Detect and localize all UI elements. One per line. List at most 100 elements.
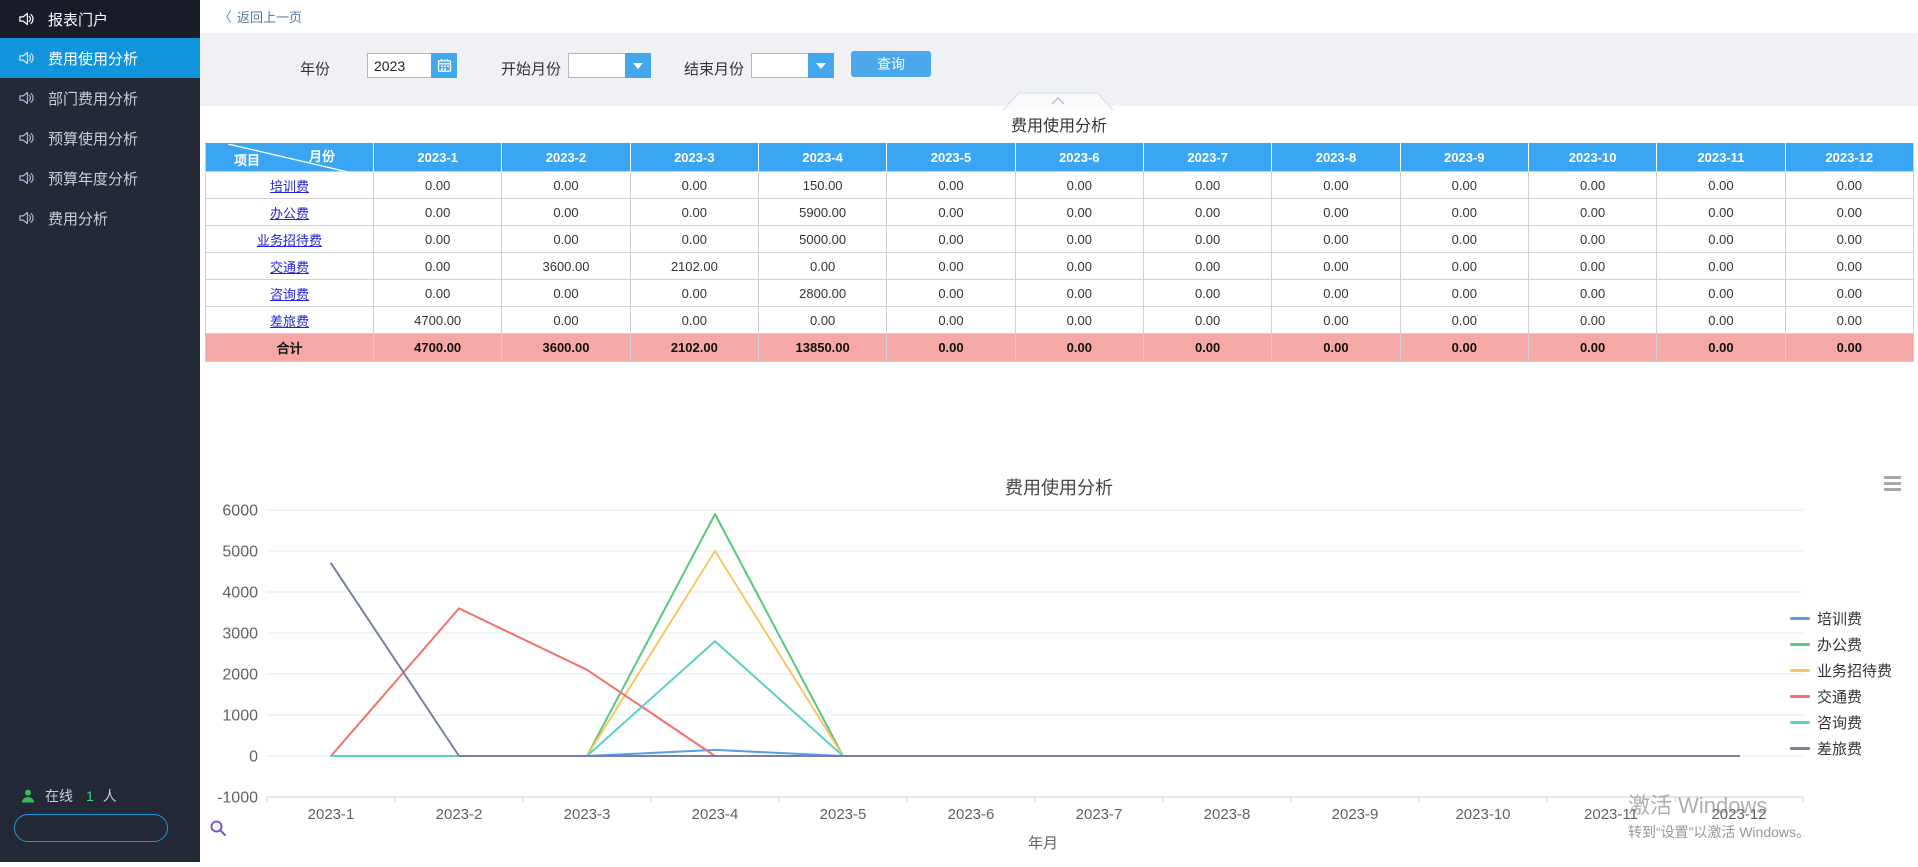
table-cell: 0.00 [887, 226, 1015, 253]
sidebar-search [14, 814, 168, 842]
sidebar-item-label: 预算使用分析 [48, 128, 138, 149]
column-header-2023-4: 2023-4 [758, 144, 886, 172]
year-input[interactable] [367, 53, 431, 78]
svg-text:2000: 2000 [222, 667, 258, 684]
table-corner-cell: 月份项目 [206, 144, 374, 172]
end-month-value[interactable] [751, 53, 808, 78]
table-cell: 0.00 [1657, 307, 1785, 334]
svg-text:2023-4: 2023-4 [692, 806, 739, 823]
table-cell: 0.00 [1015, 280, 1143, 307]
svg-text:2023-8: 2023-8 [1204, 806, 1251, 823]
table-cell: 0.00 [1015, 226, 1143, 253]
total-cell: 0.00 [1143, 334, 1271, 362]
row-link-办公费[interactable]: 办公费 [270, 206, 309, 221]
table-cell: 0.00 [1272, 280, 1400, 307]
corner-label-month: 月份 [309, 146, 335, 165]
row-link-咨询费[interactable]: 咨询费 [270, 287, 309, 302]
table-cell: 0.00 [1272, 253, 1400, 280]
row-link-差旅费[interactable]: 差旅费 [270, 314, 309, 329]
legend-swatch [1790, 721, 1810, 724]
legend-item-5[interactable]: 差旅费 [1790, 738, 1892, 759]
table-cell: 0.00 [1657, 226, 1785, 253]
start-month-value[interactable] [568, 53, 625, 78]
table-cell: 0.00 [1015, 253, 1143, 280]
svg-text:1000: 1000 [222, 708, 258, 725]
table-cell: 0.00 [1657, 253, 1785, 280]
table-cell: 4700.00 [374, 307, 502, 334]
back-label: 返回上一页 [237, 7, 302, 26]
table-cell: 3600.00 [502, 253, 630, 280]
end-month-label: 结束月份 [684, 58, 744, 79]
sidebar-item-4[interactable]: 预算年度分析 [0, 158, 200, 198]
start-month-select[interactable] [568, 53, 651, 78]
column-header-2023-1: 2023-1 [374, 144, 502, 172]
legend-item-3[interactable]: 交通费 [1790, 686, 1892, 707]
svg-text:0: 0 [249, 749, 258, 766]
svg-text:年月: 年月 [1028, 835, 1058, 852]
column-header-2023-2: 2023-2 [502, 144, 630, 172]
table-cell: 0.00 [887, 199, 1015, 226]
column-header-2023-11: 2023-11 [1657, 144, 1785, 172]
table-cell: 0.00 [1143, 253, 1271, 280]
calendar-icon[interactable] [431, 53, 457, 78]
sidebar-item-0[interactable]: 报表门户 [0, 0, 200, 38]
legend-swatch [1790, 695, 1810, 698]
search-icon[interactable] [209, 819, 227, 837]
sidebar-item-5[interactable]: 费用分析 [0, 198, 200, 238]
table-cell: 0.00 [1400, 280, 1528, 307]
table-row: 办公费0.000.000.005900.000.000.000.000.000.… [206, 199, 1914, 226]
table-cell: 0.00 [1528, 226, 1656, 253]
total-label: 合计 [206, 334, 374, 362]
table-cell: 5900.00 [758, 199, 886, 226]
table-cell: 0.00 [1400, 307, 1528, 334]
chart-panel: 费用使用分析 6000500040003000200010000-1000202… [200, 452, 1918, 862]
legend-item-1[interactable]: 办公费 [1790, 634, 1892, 655]
table-cell: 0.00 [630, 280, 758, 307]
row-link-业务招待费[interactable]: 业务招待费 [257, 233, 322, 248]
svg-text:2023-10: 2023-10 [1455, 806, 1510, 823]
legend-item-0[interactable]: 培训费 [1790, 608, 1892, 629]
table-cell: 0.00 [1657, 199, 1785, 226]
windows-watermark-line1: 激活 Windows [1628, 788, 1767, 820]
online-label: 在线 [45, 786, 73, 806]
top-bar: 〈 返回上一页 [200, 0, 1918, 33]
table-cell: 0.00 [1785, 226, 1913, 253]
row-link-培训费[interactable]: 培训费 [270, 179, 309, 194]
table-header-row: 月份项目2023-12023-22023-32023-42023-52023-6… [206, 144, 1914, 172]
table-cell: 2800.00 [758, 280, 886, 307]
total-cell: 0.00 [1657, 334, 1785, 362]
table-cell: 5000.00 [758, 226, 886, 253]
chevron-down-icon[interactable] [808, 53, 834, 78]
table-cell: 0.00 [374, 172, 502, 199]
sidebar-search-input[interactable] [15, 815, 209, 841]
table-cell: 0.00 [887, 307, 1015, 334]
table-cell: 0.00 [1143, 199, 1271, 226]
table-cell: 0.00 [1015, 172, 1143, 199]
query-button[interactable]: 查询 [851, 51, 931, 77]
back-arrow-icon: 〈 [218, 7, 232, 27]
table-cell: 0.00 [374, 226, 502, 253]
table-cell: 0.00 [1272, 226, 1400, 253]
table-cell: 0.00 [374, 199, 502, 226]
legend-item-2[interactable]: 业务招待费 [1790, 660, 1892, 681]
svg-text:2023-9: 2023-9 [1332, 806, 1379, 823]
row-link-交通费[interactable]: 交通费 [270, 260, 309, 275]
legend-item-4[interactable]: 咨询费 [1790, 712, 1892, 733]
svg-text:6000: 6000 [222, 503, 258, 520]
speaker-icon [18, 210, 35, 227]
back-link[interactable]: 〈 返回上一页 [218, 7, 302, 27]
end-month-select[interactable] [751, 53, 834, 78]
speaker-icon [18, 90, 35, 107]
table-cell: 0.00 [1528, 253, 1656, 280]
collapse-handle[interactable] [1002, 92, 1114, 115]
table-cell: 0.00 [630, 307, 758, 334]
year-label: 年份 [300, 58, 330, 79]
sidebar-item-1[interactable]: 费用使用分析 [0, 38, 200, 78]
sidebar-item-3[interactable]: 预算使用分析 [0, 118, 200, 158]
chevron-down-icon[interactable] [625, 53, 651, 78]
table-cell: 0.00 [630, 226, 758, 253]
table-cell: 150.00 [758, 172, 886, 199]
table-cell: 0.00 [758, 307, 886, 334]
sidebar-item-label: 报表门户 [48, 9, 108, 30]
sidebar-item-2[interactable]: 部门费用分析 [0, 78, 200, 118]
